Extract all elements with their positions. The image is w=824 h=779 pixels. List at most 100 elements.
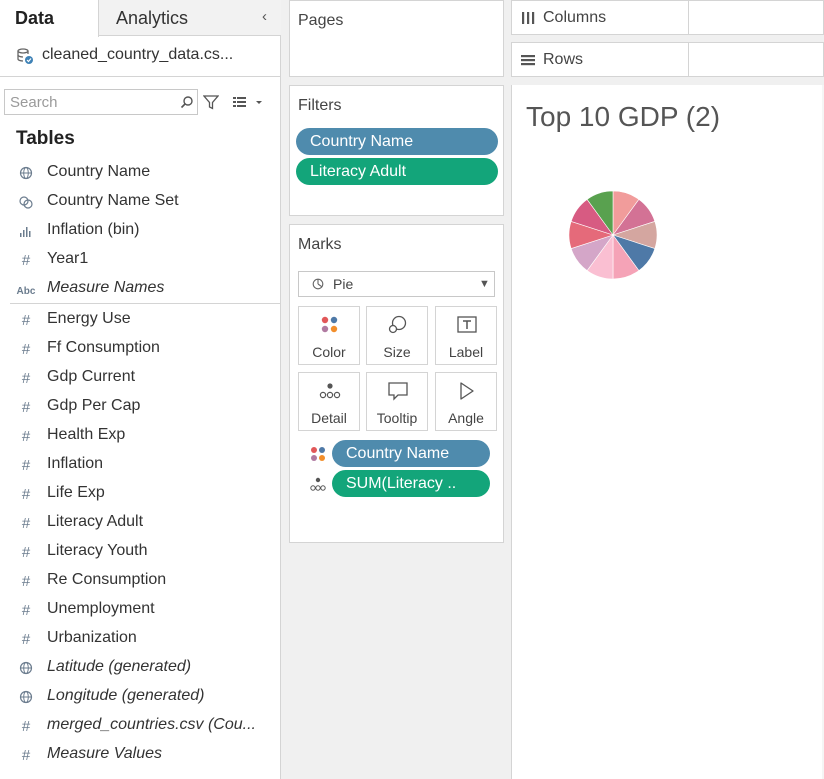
tab-analytics[interactable]: Analytics	[116, 0, 188, 36]
field-label: Country Name	[47, 163, 151, 180]
tooltip-button-label: Tooltip	[376, 410, 418, 426]
mark-type-label: Pie	[333, 276, 354, 292]
rows-label: Rows	[543, 51, 584, 68]
field-label: Latitude (generated)	[47, 658, 192, 675]
hash-icon: #	[21, 631, 31, 648]
field-item[interactable]: # Literacy Adult	[0, 508, 280, 537]
field-item[interactable]: # Re Consumption	[0, 566, 280, 595]
field-label: Inflation (bin)	[47, 221, 140, 238]
detail-button[interactable]: Detail	[298, 372, 360, 431]
hash-icon: #	[21, 252, 31, 269]
rows-icon	[521, 55, 535, 66]
pane-tab-bar: Data Analytics ‹	[0, 0, 281, 37]
field-label: Life Exp	[47, 484, 105, 501]
label-icon	[457, 316, 477, 333]
marks-pill-sum-literacy[interactable]: SUM(Literacy ..	[332, 470, 490, 497]
color-icon	[311, 447, 325, 461]
field-item[interactable]: # Unemployment	[0, 595, 280, 624]
marks-pill-country-name[interactable]: Country Name	[332, 440, 490, 467]
columns-shelf[interactable]: Columns	[511, 0, 824, 35]
hash-icon: #	[21, 718, 31, 735]
hash-icon: #	[21, 544, 31, 561]
field-item[interactable]: # Urbanization	[0, 624, 280, 653]
field-label: Longitude (generated)	[47, 687, 205, 704]
globe-icon	[16, 660, 36, 676]
filter-pill-country-name[interactable]: Country Name	[296, 128, 498, 155]
size-button-label: Size	[383, 344, 411, 360]
rows-shelf[interactable]: Rows	[511, 42, 824, 77]
database-icon	[17, 48, 33, 64]
field-item[interactable]: Abc Measure Names	[0, 274, 280, 303]
pages-shelf[interactable]: Pages	[289, 0, 504, 77]
columns-icon	[522, 12, 535, 24]
field-item[interactable]: Country Name Set	[0, 187, 280, 216]
color-button-label: Color	[312, 344, 346, 360]
datasource-row[interactable]: cleaned_country_data.cs...	[0, 37, 281, 77]
field-label: Gdp Current	[47, 368, 136, 385]
field-item[interactable]: # Ff Consumption	[0, 334, 280, 363]
detail-icon	[319, 383, 341, 399]
hash-icon: #	[21, 399, 31, 416]
field-item[interactable]: # merged_countries.csv (Cou...	[0, 711, 280, 740]
field-item[interactable]: # Literacy Youth	[0, 537, 280, 566]
search-box[interactable]	[4, 89, 198, 115]
field-label: Gdp Per Cap	[47, 397, 141, 414]
globe-icon	[16, 165, 36, 181]
set-icon	[16, 194, 36, 210]
chevron-left-icon[interactable]: ‹	[262, 0, 267, 34]
field-label: Year1	[47, 250, 89, 267]
sheet-title: Top 10 GDP (2)	[526, 101, 721, 132]
search-icon[interactable]	[180, 95, 194, 109]
color-icon	[321, 316, 338, 333]
field-label: Measure Values	[47, 745, 163, 762]
list-view-icon[interactable]	[232, 95, 262, 109]
filters-shelf[interactable]: Filters Country Name Literacy Adult	[289, 85, 504, 216]
filters-title: Filters	[298, 97, 342, 114]
field-item[interactable]: Longitude (generated)	[0, 682, 280, 711]
tables-heading: Tables	[16, 128, 75, 149]
field-label: Ff Consumption	[47, 339, 160, 356]
size-button[interactable]: Size	[366, 306, 428, 365]
mark-type-dropdown[interactable]: Pie ▼	[298, 271, 495, 297]
label-button-label: Label	[448, 344, 484, 360]
marks-title: Marks	[298, 236, 342, 253]
filter-pill-literacy-adult[interactable]: Literacy Adult	[296, 158, 498, 185]
filter-icon[interactable]	[203, 94, 219, 110]
pages-title: Pages	[298, 12, 344, 29]
hash-icon: #	[21, 370, 31, 387]
marks-card: Marks Pie ▼ Color Size Label Detail Tool…	[289, 224, 504, 543]
data-pane: Data Analytics ‹ cleaned_country_data.cs…	[0, 0, 281, 779]
worksheet-view[interactable]: Top 10 GDP (2)	[511, 85, 824, 779]
hash-icon: #	[21, 341, 31, 358]
field-label: Inflation	[47, 455, 104, 472]
color-button[interactable]: Color	[298, 306, 360, 365]
chevron-down-icon: ▼	[479, 278, 490, 290]
field-item[interactable]: # Measure Values	[0, 740, 280, 769]
field-item[interactable]: Country Name	[0, 158, 280, 187]
angle-button[interactable]: Angle	[435, 372, 497, 431]
pie-chart[interactable]	[567, 189, 659, 281]
field-item[interactable]: # Inflation	[0, 450, 280, 479]
field-item[interactable]: # Gdp Per Cap	[0, 392, 280, 421]
field-item[interactable]: # Gdp Current	[0, 363, 280, 392]
field-label: Country Name Set	[47, 192, 179, 209]
hash-icon: #	[21, 747, 31, 764]
histogram-icon	[16, 223, 36, 239]
datasource-name: cleaned_country_data.cs...	[42, 46, 234, 63]
label-button[interactable]: Label	[435, 306, 497, 365]
field-item[interactable]: # Year1	[0, 245, 280, 274]
field-item[interactable]: # Life Exp	[0, 479, 280, 508]
hash-icon: #	[21, 457, 31, 474]
tooltip-button[interactable]: Tooltip	[366, 372, 428, 431]
field-item[interactable]: # Health Exp	[0, 421, 280, 450]
field-item[interactable]: # Energy Use	[0, 305, 280, 334]
search-input[interactable]	[10, 92, 170, 112]
field-item[interactable]: Latitude (generated)	[0, 653, 280, 682]
tab-data[interactable]: Data	[0, 0, 99, 37]
abc-icon: Abc	[16, 286, 36, 297]
field-label: Measure Names	[47, 279, 165, 296]
field-label: Re Consumption	[47, 571, 167, 588]
field-item[interactable]: Inflation (bin)	[0, 216, 280, 245]
columns-label: Columns	[543, 9, 607, 26]
detail-icon	[310, 477, 326, 491]
